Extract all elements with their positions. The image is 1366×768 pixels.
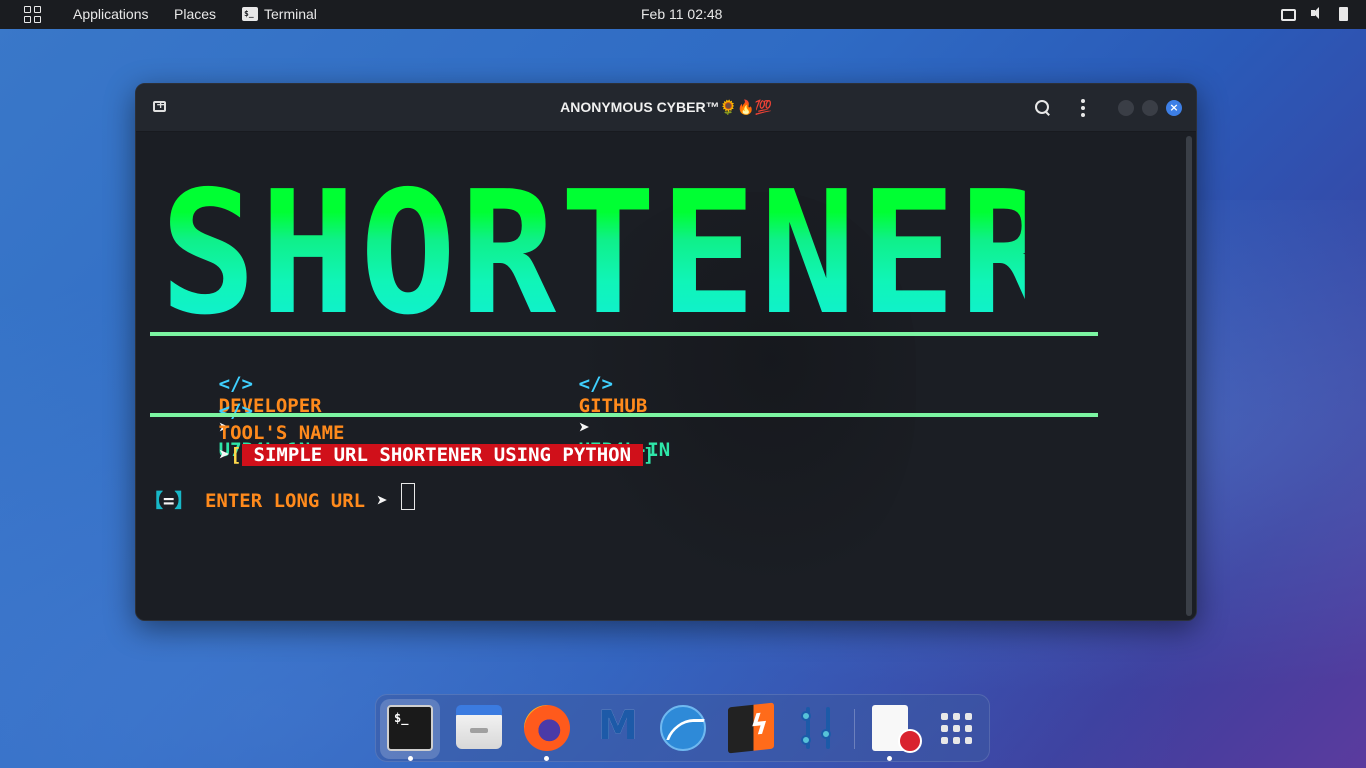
dock-separator xyxy=(854,709,855,749)
running-indicator xyxy=(408,756,413,761)
active-app-menu[interactable]: Terminal xyxy=(264,6,317,22)
scrollbar[interactable] xyxy=(1186,136,1192,616)
terminal-body[interactable]: SHORTENER </> DEVELOPER ➤ U7P4L 1N </> G… xyxy=(136,132,1196,620)
firefox-icon[interactable] xyxy=(524,705,570,751)
url-prompt: 【=】 ENTER LONG URL ➤ xyxy=(144,486,388,513)
divider-bottom xyxy=(150,413,1098,417)
running-indicator xyxy=(887,756,892,761)
minimize-button[interactable] xyxy=(1118,100,1134,116)
open-bracket: [ xyxy=(230,444,242,466)
terminal-app-icon: $_ xyxy=(242,7,258,21)
arrow-icon: ➤ xyxy=(218,444,231,466)
volume-icon[interactable] xyxy=(1310,6,1325,21)
prompt-symbol: = xyxy=(163,490,175,512)
screen-icon[interactable] xyxy=(1281,8,1296,21)
running-indicator xyxy=(544,756,549,761)
dock: $_ xyxy=(375,694,990,762)
system-tray[interactable] xyxy=(1281,6,1348,21)
close-bracket: ] xyxy=(643,444,655,466)
activities-grid-icon[interactable] xyxy=(24,6,42,24)
app-grid-icon[interactable] xyxy=(936,705,982,751)
applications-menu[interactable]: Applications xyxy=(73,6,149,22)
close-button[interactable]: × xyxy=(1166,100,1182,116)
tool-name-value: SIMPLE URL SHORTENER USING PYTHON xyxy=(241,444,644,466)
top-panel: Applications Places $_ Terminal Feb 11 0… xyxy=(0,0,1366,29)
terminal-window: ANONYMOUS CYBER™🌻🔥💯 × SHORTENER </> DEVE… xyxy=(135,83,1197,621)
mixer-icon[interactable] xyxy=(796,705,842,751)
metasploit-icon[interactable] xyxy=(592,703,638,751)
prompt-close-bracket: 】 xyxy=(174,490,194,512)
arrow-icon: ➤ xyxy=(376,490,388,512)
files-icon[interactable] xyxy=(456,705,502,749)
search-icon[interactable] xyxy=(1034,99,1052,117)
text-editor-icon[interactable] xyxy=(872,705,922,753)
battery-icon[interactable] xyxy=(1339,7,1348,21)
prompt-label: ENTER LONG URL xyxy=(204,490,366,512)
prompt-open-bracket: 【 xyxy=(144,490,164,512)
wireshark-icon[interactable] xyxy=(660,705,706,751)
ascii-banner: SHORTENER xyxy=(160,155,1060,353)
places-menu[interactable]: Places xyxy=(174,6,216,22)
text-cursor[interactable] xyxy=(401,483,415,510)
kebab-menu-icon[interactable] xyxy=(1080,99,1086,117)
burpsuite-icon[interactable] xyxy=(728,702,774,754)
tool-name-label: TOOL'S NAME xyxy=(218,422,345,444)
info-line-tool-name: </> TOOL'S NAME ➤[SIMPLE URL SHORTENER U… xyxy=(150,378,655,488)
tag: </> xyxy=(218,400,253,422)
terminal-icon[interactable]: $_ xyxy=(387,705,433,751)
window-header[interactable]: ANONYMOUS CYBER™🌻🔥💯 × xyxy=(136,84,1196,132)
divider-top xyxy=(150,332,1098,336)
maximize-button[interactable] xyxy=(1142,100,1158,116)
clock[interactable]: Feb 11 02:48 xyxy=(641,6,722,22)
